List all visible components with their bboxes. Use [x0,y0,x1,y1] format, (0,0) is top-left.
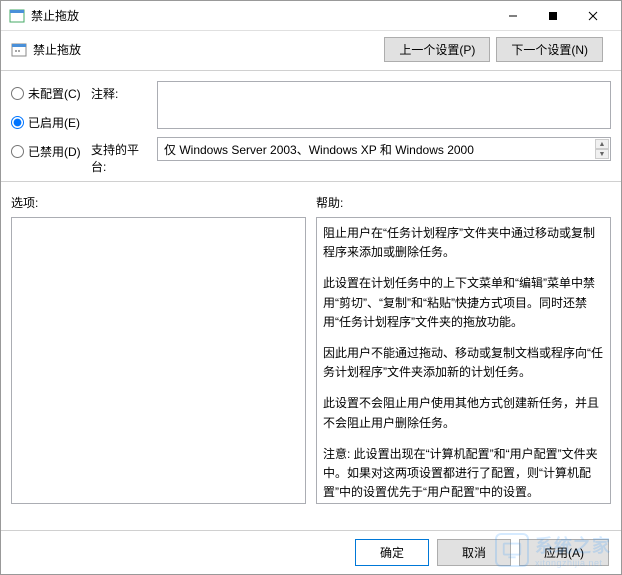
title-bar: 禁止拖放 [1,1,621,31]
help-paragraph: 注意: 此设置出现在“计算机配置”和“用户配置”文件夹中。如果对这两项设置都进行… [323,445,604,503]
header-row: 禁止拖放 上一个设置(P) 下一个设置(N) [1,31,621,68]
divider [1,70,621,71]
radio-enabled-input[interactable] [11,116,24,129]
window-title: 禁止拖放 [31,7,493,24]
scroll-up-icon[interactable]: ▲ [595,139,609,149]
policy-title: 禁止拖放 [33,41,384,58]
platform-value: 仅 Windows Server 2003、Windows XP 和 Windo… [164,143,474,157]
help-paragraph: 因此用户不能通过拖动、移动或复制文档或程序向“任务计划程序”文件夹添加新的计划任… [323,344,604,382]
help-paragraph: 此设置在计划任务中的上下文菜单和“编辑”菜单中禁用“剪切”、“复制”和“粘贴”快… [323,274,604,332]
scroll-down-icon[interactable]: ▼ [595,149,609,159]
divider [1,181,621,182]
help-label: 帮助: [316,194,611,211]
platform-spinner[interactable]: ▲ ▼ [595,139,609,159]
next-setting-button[interactable]: 下一个设置(N) [496,37,603,62]
options-box[interactable] [11,217,306,504]
maximize-button[interactable] [533,2,573,30]
help-paragraph: 此设置不会阻止用户使用其他方式创建新任务，并且不会阻止用户删除任务。 [323,394,604,432]
window-controls [493,2,613,30]
radio-group: 未配置(C) 已启用(E) 已禁用(D) [11,81,91,175]
radio-disabled[interactable]: 已禁用(D) [11,143,91,160]
radio-label: 未配置(C) [28,85,81,102]
comment-label: 注释: [91,81,151,102]
comment-input[interactable] [157,81,611,129]
apply-button[interactable]: 应用(A) [519,539,609,566]
app-icon [9,8,25,24]
policy-icon [11,42,27,58]
platform-label: 支持的平台: [91,137,151,175]
platform-input[interactable]: 仅 Windows Server 2003、Windows XP 和 Windo… [157,137,611,161]
ok-button[interactable]: 确定 [355,539,429,566]
options-label: 选项: [11,194,306,211]
config-section: 未配置(C) 已启用(E) 已禁用(D) 注释: 支持的平台: 仅 Window… [1,73,621,179]
prev-setting-button[interactable]: 上一个设置(P) [384,37,490,62]
close-button[interactable] [573,2,613,30]
radio-not-configured-input[interactable] [11,87,24,100]
cancel-button[interactable]: 取消 [437,539,511,566]
help-box[interactable]: 阻止用户在“任务计划程序”文件夹中通过移动或复制程序来添加或删除任务。此设置在计… [316,217,611,504]
radio-disabled-input[interactable] [11,145,24,158]
radio-enabled[interactable]: 已启用(E) [11,114,91,131]
radio-label: 已禁用(D) [28,143,81,160]
help-paragraph: 阻止用户在“任务计划程序”文件夹中通过移动或复制程序来添加或删除任务。 [323,224,604,262]
footer: 确定 取消 应用(A) [1,530,621,574]
minimize-button[interactable] [493,2,533,30]
radio-not-configured[interactable]: 未配置(C) [11,85,91,102]
body-section: 选项: 帮助: 阻止用户在“任务计划程序”文件夹中通过移动或复制程序来添加或删除… [1,184,621,504]
radio-label: 已启用(E) [28,114,80,131]
